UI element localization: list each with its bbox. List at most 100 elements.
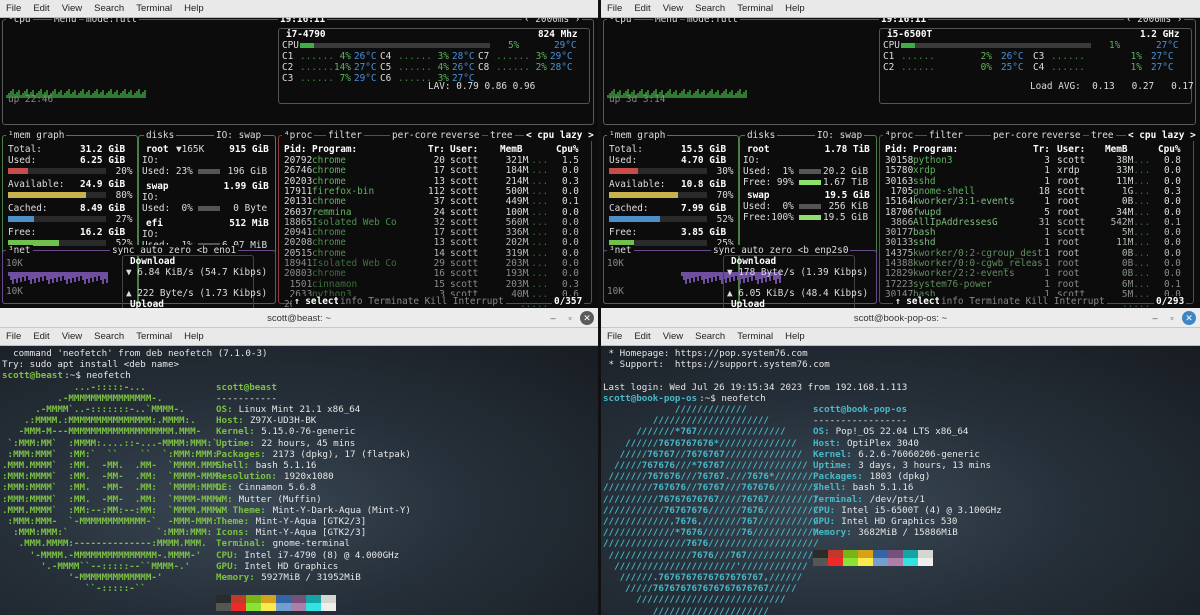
core-label: C1 [282, 51, 294, 62]
menu-item-file[interactable]: File [607, 3, 622, 14]
terminal-line: * Homepage: https://pop.system76.com [603, 348, 808, 359]
download-label: Download [130, 256, 176, 267]
core-graph: ...... [496, 51, 530, 62]
menu-item-edit[interactable]: Edit [33, 3, 49, 14]
color-swatch [276, 603, 291, 612]
close-icon[interactable]: ✕ [580, 311, 594, 325]
menu-item-search[interactable]: Search [695, 3, 725, 14]
cpu-name: i7-4790 [286, 29, 326, 40]
window-titlebar[interactable]: scott@beast: ~ – ▫ ✕ [0, 308, 598, 328]
disks-io-swap: IO: swap [815, 130, 865, 141]
menu-item-file[interactable]: File [6, 331, 21, 342]
info-value: Pop!_OS 22.04 LTS x86_64 [835, 426, 969, 438]
color-swatch [873, 558, 888, 567]
menu-item-search[interactable]: Search [695, 331, 725, 342]
ascii-logo-line: ///////767676///76767.///7676*/////// [603, 471, 814, 483]
core-graph: ...... [300, 73, 334, 84]
core-label: C3 [282, 73, 294, 84]
cpu-graph-bar [745, 90, 747, 98]
menu-item-terminal[interactable]: Terminal [737, 3, 773, 14]
terminal-output[interactable]: * Homepage: https://pop.system76.com * S… [601, 346, 1200, 615]
maximize-icon[interactable]: ▫ [563, 311, 577, 325]
core-percent: 4% [334, 51, 351, 62]
core-label: C7 [478, 51, 490, 62]
upload-rate: ▲ 222 Byte/s (1.73 Kibps) [126, 288, 268, 299]
minimize-icon[interactable]: – [546, 311, 560, 325]
cpu-frequency: 824 Mhz [538, 29, 578, 40]
load-average: LAV: 0.79 0.86 0.96 [428, 81, 536, 92]
ascii-logo-line: ///////////// [603, 404, 747, 415]
menu-item-search[interactable]: Search [94, 331, 124, 342]
menu-item-edit[interactable]: Edit [33, 331, 49, 342]
proc-header-3: User: [450, 144, 479, 155]
menu-item-help[interactable]: Help [785, 3, 805, 14]
cpu-box-title: ¹cpu [6, 18, 33, 25]
net-scale-bottom: 10K [607, 286, 624, 297]
clock: 19:16:11 [278, 18, 328, 25]
terminal-output[interactable]: command 'neofetch' from deb neofetch (7.… [0, 346, 598, 615]
upload-label: Upload [130, 299, 164, 308]
maximize-icon[interactable]: ▫ [1165, 311, 1179, 325]
minimize-icon[interactable]: – [1148, 311, 1162, 325]
proc-tree: tree [488, 130, 515, 141]
menu-item-search[interactable]: Search [94, 3, 124, 14]
menu-item-edit[interactable]: Edit [634, 3, 650, 14]
menu-item-help[interactable]: Help [184, 331, 204, 342]
menu-item-edit[interactable]: Edit [634, 331, 650, 342]
core-percent: 1% [1125, 62, 1142, 73]
menu-item-view[interactable]: View [663, 3, 683, 14]
core-percent: 14% [334, 62, 351, 73]
color-swatch [246, 595, 261, 604]
info-key: Kernel: [813, 448, 858, 460]
core-temp: 25°C [1001, 62, 1024, 73]
disk-size: 1.78 TiB [819, 144, 870, 155]
menu-item-file[interactable]: File [607, 331, 622, 342]
menu-item-terminal[interactable]: Terminal [737, 331, 773, 342]
core-percent: 0% [975, 62, 992, 73]
mem-1-percent: 30% [711, 166, 734, 177]
proc-header-5: Cpu% [556, 144, 579, 155]
mem-meter-fill [8, 192, 86, 198]
disk-name: efi [146, 218, 163, 229]
proc-header-0: Pid: [885, 144, 908, 155]
menu-item-terminal[interactable]: Terminal [136, 331, 172, 342]
menu-item-view[interactable]: View [663, 331, 683, 342]
menu-item-view[interactable]: View [62, 331, 82, 342]
info-value: 1803 (dpkg) [869, 471, 931, 483]
menu-item-view[interactable]: View [62, 3, 82, 14]
mode-label: mode:full [685, 18, 740, 25]
ascii-logo-line: :MMM:MMMM` :MM. -MM- .MM: `MMMM-MMM: [2, 471, 224, 483]
menu-item-help[interactable]: Help [184, 3, 204, 14]
terminal-line: Last login: Wed Jul 26 19:15:34 2023 fro… [603, 381, 908, 393]
top-left-terminal: File Edit View Search Terminal Help ¹cpu Menu m… [0, 0, 598, 308]
ascii-logo-line: //////.7676767676767676767,////// [603, 572, 803, 583]
proc-reverse: reverse [1039, 130, 1083, 141]
mem-1-value: 4.70 GiB [681, 155, 727, 166]
mem-meter-fill [8, 216, 34, 222]
menu-item-terminal[interactable]: Terminal [136, 3, 172, 14]
window-title: scott@book-pop-os: ~ [853, 313, 948, 324]
mem-3-value: 8.49 GiB [80, 203, 126, 214]
mem-2-value: 24.9 GiB [80, 179, 126, 190]
uptime: up 22:46 [8, 94, 54, 105]
menu-item-file[interactable]: File [6, 3, 21, 14]
menu-bar: File Edit View Search Terminal Help [601, 328, 1200, 346]
disk-size: 19.5 GiB [819, 190, 870, 201]
close-icon[interactable]: ✕ [1182, 311, 1196, 325]
menu-item-help[interactable]: Help [785, 331, 805, 342]
disk-used-value: 256 KiB [823, 201, 869, 212]
menu-button: Menu [653, 18, 680, 25]
ascii-logo-line: //////7676767676*////////////// [603, 437, 797, 449]
menu-bar: File Edit View Search Terminal Help [0, 328, 598, 346]
core-graph: ...... [1051, 51, 1085, 62]
window-title: scott@beast: ~ [267, 313, 331, 324]
info-key: Shell: [216, 460, 255, 471]
disk-used-value: 0 Byte [222, 203, 268, 214]
info-value: OptiPlex 3040 [846, 437, 919, 449]
menu-bar: File Edit View Search Terminal Help [0, 0, 598, 18]
ascii-logo-line: ///////////////7676///767//////////// [603, 549, 814, 561]
disk-free-meter [799, 180, 821, 185]
mem-meter-fill [8, 168, 28, 174]
window-titlebar[interactable]: scott@book-pop-os: ~ – ▫ ✕ [601, 308, 1200, 328]
info-key: Memory: [216, 572, 261, 583]
